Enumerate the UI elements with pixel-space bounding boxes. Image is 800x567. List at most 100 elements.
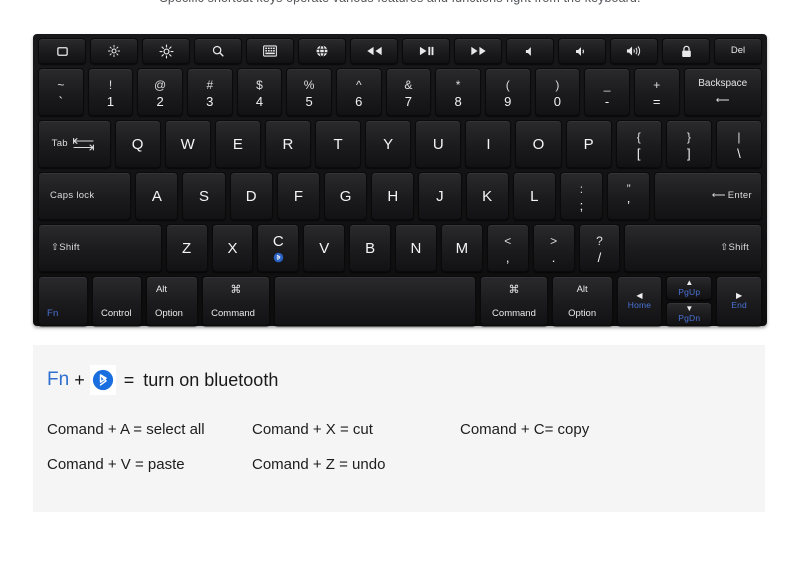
shift-right-key[interactable]: ⇧ Shift — [624, 224, 763, 272]
key-x[interactable]: X — [211, 224, 254, 272]
key-k[interactable]: K — [465, 172, 509, 220]
play-pause-key[interactable] — [402, 38, 450, 64]
command-key-left[interactable]: ⌘ Command — [202, 276, 270, 326]
key-y[interactable]: Y — [365, 120, 412, 168]
shift-up-arrow-icon: ⇧ — [720, 242, 729, 254]
rewind-key[interactable] — [350, 38, 398, 64]
key-bracket-right[interactable]: } ] — [665, 120, 712, 168]
delete-key[interactable]: Del — [714, 38, 762, 64]
screenshot-key[interactable] — [246, 38, 294, 64]
bluetooth-shortcut-line: Fn + = turn on bluetooth — [47, 365, 278, 395]
key-comma[interactable]: < , — [486, 224, 529, 272]
volume-up-key[interactable] — [610, 38, 658, 64]
lock-key[interactable] — [662, 38, 710, 64]
key-label: E — [232, 135, 243, 153]
key-i[interactable]: I — [465, 120, 512, 168]
key-t[interactable]: T — [315, 120, 362, 168]
key-label: S — [199, 187, 210, 205]
fn-key[interactable]: Fn — [38, 276, 88, 326]
shift-left-key[interactable]: ⇧ Shift — [38, 224, 162, 272]
arrow-left-key[interactable]: ◀ Home — [616, 276, 663, 326]
caps-lock-key[interactable]: Caps lock — [38, 172, 132, 220]
key-f[interactable]: F — [276, 172, 320, 220]
key-b[interactable]: B — [349, 224, 392, 272]
key-c[interactable]: C — [257, 224, 300, 272]
key-slash[interactable]: ? / — [578, 224, 621, 272]
key-label: J — [436, 187, 444, 205]
key-legend-bottom: 3 — [206, 93, 214, 109]
key-5[interactable]: % 5 — [286, 68, 332, 116]
arrow-up-key[interactable]: ▲ PgUp — [666, 276, 713, 300]
brightness-up-key[interactable] — [142, 38, 190, 64]
key-label: W — [180, 135, 195, 153]
key-o[interactable]: O — [515, 120, 562, 168]
key-d[interactable]: D — [229, 172, 273, 220]
keyboard-shift-row: ⇧ Shift Z X C V B N M < , > . ? / ⇧ Shif… — [38, 224, 763, 272]
keyboard-bottom-row: Fn Control Alt Option ⌘ Command ⌘ Comman… — [38, 276, 763, 326]
key-3[interactable]: # 3 — [186, 68, 233, 116]
alt-option-key-left[interactable]: Alt Option — [145, 276, 199, 326]
key-8[interactable]: * 8 — [435, 68, 481, 116]
key-legend-bottom: , — [505, 249, 510, 265]
shortcut-item: Comand + X = cut — [252, 421, 373, 438]
key-w[interactable]: W — [164, 120, 211, 168]
arrow-down-key[interactable]: ▼ PgDn — [666, 302, 713, 326]
mission-control-key[interactable] — [38, 38, 86, 64]
key-6[interactable]: ^ 6 — [335, 68, 382, 116]
key-p[interactable]: P — [565, 120, 612, 168]
alt-option-key-right[interactable]: Alt Option — [551, 276, 613, 326]
backspace-key[interactable]: Backspace ⟵ — [683, 68, 762, 116]
key-label: Q — [131, 135, 144, 153]
key-4[interactable]: $ 4 — [236, 68, 283, 116]
key-backslash[interactable]: | \ — [715, 120, 762, 168]
key-legend-bottom: 8 — [454, 93, 462, 109]
mute-key[interactable] — [506, 38, 554, 64]
alt-key-label: Alt — [576, 284, 588, 295]
key-period[interactable]: > . — [532, 224, 575, 272]
fast-forward-key[interactable] — [454, 38, 502, 64]
key-7[interactable]: & 7 — [385, 68, 432, 116]
control-key[interactable]: Control — [91, 276, 142, 326]
key-r[interactable]: R — [264, 120, 312, 168]
key-v[interactable]: V — [303, 224, 346, 272]
key-equals[interactable]: + = — [633, 68, 680, 116]
arrow-left-icon: ◀ — [636, 291, 643, 301]
key-n[interactable]: N — [395, 224, 437, 272]
key-semicolon[interactable]: : ; — [559, 172, 604, 220]
key-z[interactable]: Z — [165, 224, 208, 272]
key-tilde[interactable]: ~ ` — [38, 68, 84, 116]
key-label: U — [432, 135, 444, 153]
key-m[interactable]: M — [440, 224, 483, 272]
key-s[interactable]: S — [182, 172, 226, 220]
lock-icon — [681, 45, 692, 58]
key-l[interactable]: L — [512, 172, 556, 220]
key-h[interactable]: H — [371, 172, 415, 220]
search-key[interactable] — [194, 38, 242, 64]
key-quote[interactable]: ” ’ — [607, 172, 651, 220]
enter-key[interactable]: ⟵ Enter — [654, 172, 762, 220]
key-e[interactable]: E — [214, 120, 261, 168]
key-g[interactable]: G — [323, 172, 368, 220]
key-minus[interactable]: _ - — [584, 68, 630, 116]
shortcut-item: Comand + V = paste — [47, 456, 185, 473]
key-0[interactable]: ) 0 — [534, 68, 581, 116]
keyboard-grid-icon — [263, 45, 277, 57]
language-key[interactable] — [298, 38, 346, 64]
volume-down-key[interactable] — [558, 38, 606, 64]
key-bracket-left[interactable]: { [ — [615, 120, 662, 168]
key-1[interactable]: ! 1 — [87, 68, 134, 116]
shift-left-key-label: Shift — [59, 242, 80, 254]
key-a[interactable]: A — [135, 172, 179, 220]
tab-key[interactable]: Tab — [38, 120, 111, 168]
arrow-right-key[interactable]: ▶ End — [716, 276, 763, 326]
key-label: R — [282, 135, 294, 153]
key-q[interactable]: Q — [114, 120, 161, 168]
command-key-right[interactable]: ⌘ Command — [480, 276, 548, 326]
key-9[interactable]: ( 9 — [484, 68, 531, 116]
key-label: M — [455, 239, 469, 257]
key-j[interactable]: J — [418, 172, 462, 220]
key-u[interactable]: U — [415, 120, 462, 168]
brightness-down-key[interactable] — [90, 38, 138, 64]
space-key[interactable] — [273, 276, 477, 326]
key-2[interactable]: @ 2 — [137, 68, 183, 116]
